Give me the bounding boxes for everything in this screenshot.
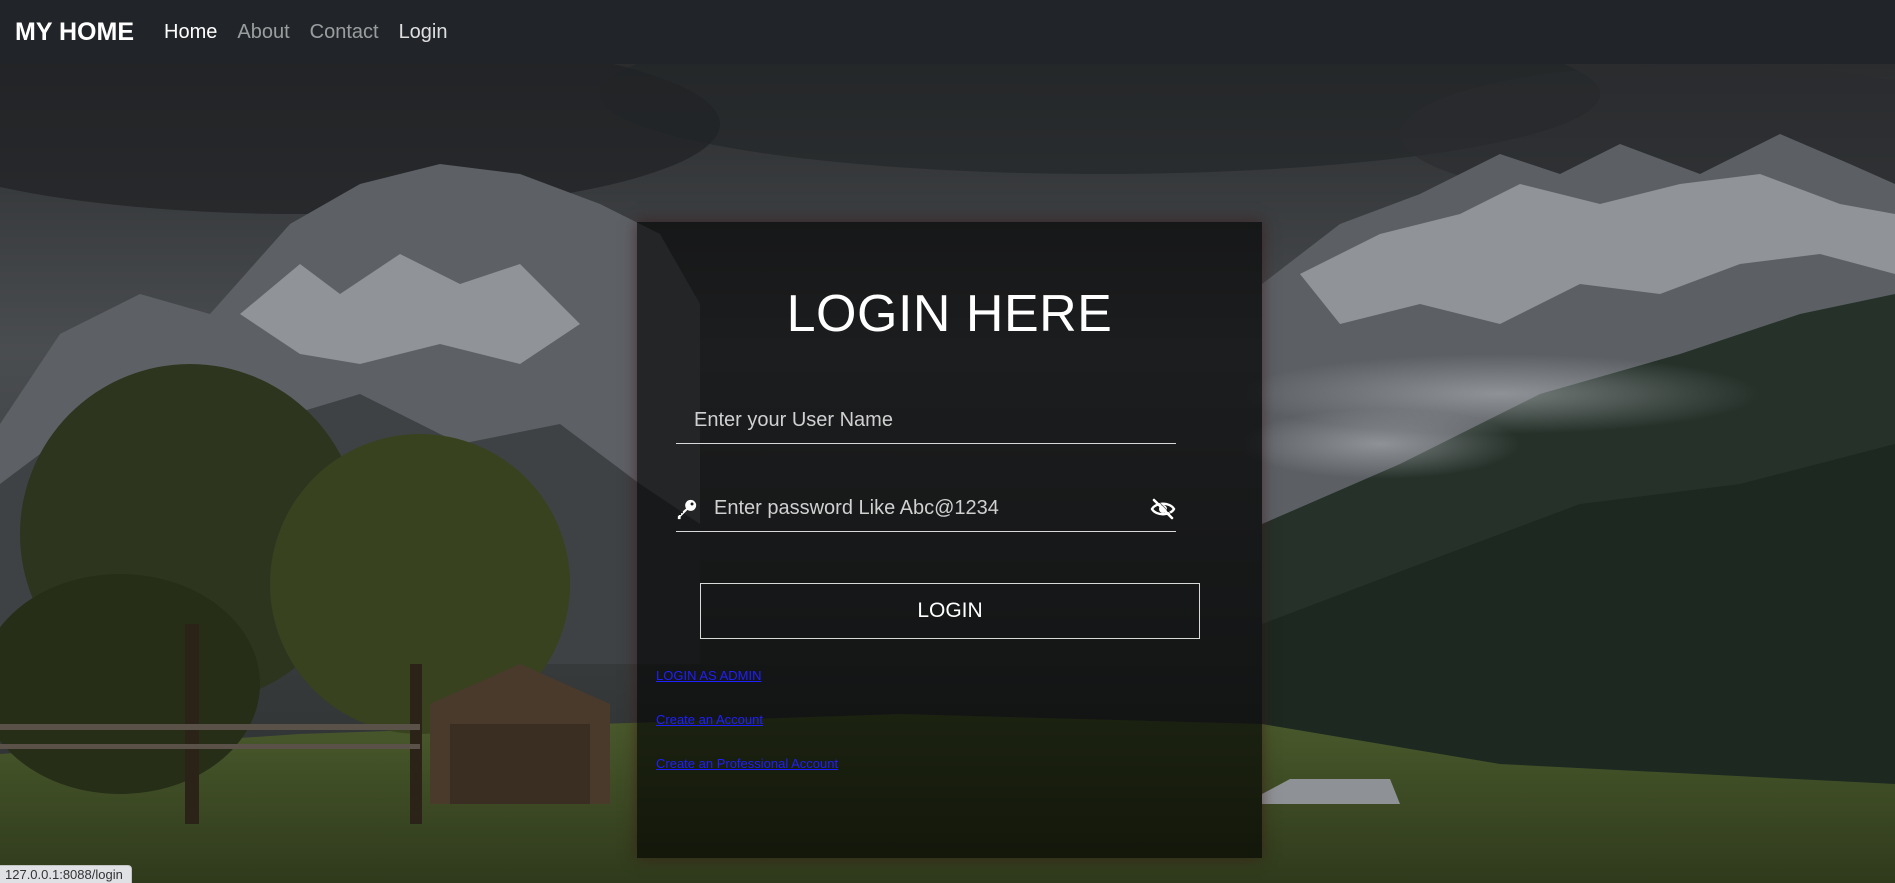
login-button[interactable]: LOGIN: [700, 583, 1200, 639]
username-field[interactable]: [676, 398, 1176, 444]
login-title: LOGIN HERE: [786, 285, 1113, 343]
password-field[interactable]: [676, 486, 1176, 532]
nav-link-login[interactable]: Login: [399, 21, 448, 44]
username-input[interactable]: [676, 398, 1176, 443]
nav-link-contact[interactable]: Contact: [310, 21, 379, 44]
create-account-link[interactable]: Create an Account: [656, 712, 763, 727]
status-bar-url: 127.0.0.1:8088/login: [0, 865, 132, 883]
nav-link-home[interactable]: Home: [164, 21, 217, 44]
top-navbar: MY HOME Home About Contact Login: [0, 0, 1895, 64]
nav-link-about[interactable]: About: [237, 21, 289, 44]
eye-slash-icon[interactable]: [1150, 498, 1176, 520]
password-input[interactable]: [676, 486, 1176, 531]
login-card: LOGIN HERE LOGIN LOGIN AS ADMIN Create a…: [637, 222, 1262, 858]
brand-logo[interactable]: MY HOME: [15, 18, 134, 47]
login-as-admin-link[interactable]: LOGIN AS ADMIN: [656, 668, 761, 683]
create-professional-account-link[interactable]: Create an Professional Account: [656, 756, 838, 771]
